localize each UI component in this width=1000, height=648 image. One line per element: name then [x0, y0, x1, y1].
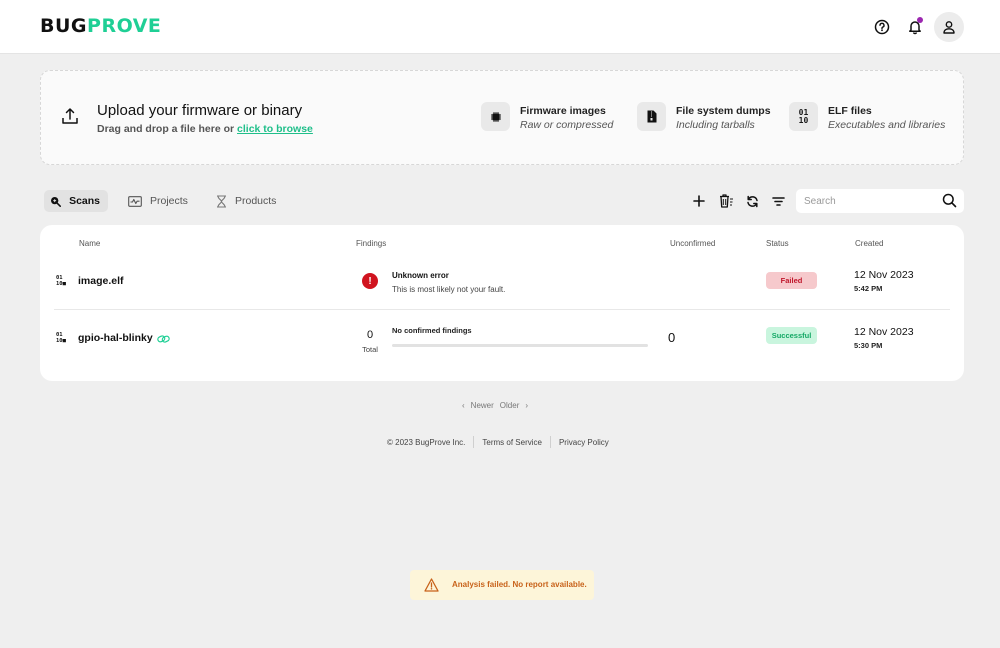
- binary-file-icon: 01 10■: [56, 332, 66, 344]
- footer-divider: [473, 436, 475, 448]
- status-badge: Failed: [766, 272, 817, 289]
- findings-progress-bar: [392, 344, 648, 347]
- user-menu-button[interactable]: [934, 12, 964, 42]
- link-icon[interactable]: [157, 334, 170, 344]
- findings-total-label: Total: [362, 345, 378, 354]
- column-header-unconfirmed: Unconfirmed: [670, 239, 716, 248]
- refresh-button[interactable]: [744, 193, 760, 209]
- search-input[interactable]: [804, 193, 934, 209]
- upload-dropzone[interactable]: Upload your firmware or binary Drag and …: [40, 70, 964, 165]
- toast-message: Analysis failed. No report available.: [452, 580, 587, 589]
- chevron-left-icon[interactable]: ‹: [462, 401, 465, 410]
- pagination: ‹ Newer Older ›: [462, 401, 528, 410]
- table-row[interactable]: 01 10■ gpio-hal-blinky 0 Total No confirm…: [40, 311, 964, 367]
- error-subtitle: This is most likely not your fault.: [392, 285, 506, 294]
- table-row[interactable]: 01 10■ image.elf ! Unknown error This is …: [40, 254, 964, 310]
- copyright: © 2023 BugProve Inc.: [387, 437, 466, 447]
- tab-scans[interactable]: Scans: [44, 190, 108, 212]
- created-date: 12 Nov 2023: [854, 326, 914, 338]
- created-time: 5:42 PM: [854, 284, 883, 293]
- findings-summary: No confirmed findings: [392, 326, 472, 335]
- error-icon: !: [362, 273, 378, 289]
- add-scan-button[interactable]: [691, 193, 707, 209]
- filter-button[interactable]: [770, 193, 786, 209]
- search-icon[interactable]: [942, 193, 957, 208]
- footer-divider: [549, 436, 551, 448]
- chip-icon: [481, 102, 510, 131]
- tab-projects[interactable]: Projects: [122, 190, 196, 212]
- delete-list-icon: [719, 194, 733, 208]
- chevron-right-icon[interactable]: ›: [525, 401, 528, 410]
- binary-file-icon: 01 10■: [56, 275, 66, 287]
- column-header-name[interactable]: Name: [79, 239, 100, 248]
- findings-total: 0: [366, 329, 374, 341]
- help-icon: [874, 19, 890, 35]
- help-button[interactable]: [868, 13, 896, 41]
- created-date: 12 Nov 2023: [854, 269, 914, 281]
- search-box: [796, 189, 964, 213]
- refresh-icon: [746, 195, 758, 207]
- upload-icon: [62, 108, 78, 124]
- footer: © 2023 BugProve Inc. Terms of Service Pr…: [387, 436, 609, 448]
- file-zip-icon: [637, 102, 666, 131]
- created-time: 5:30 PM: [854, 341, 883, 350]
- privacy-link[interactable]: Privacy Policy: [559, 438, 609, 447]
- filter-icon: [771, 196, 785, 206]
- upload-title: Upload your firmware or binary: [97, 102, 303, 119]
- activity-icon: [128, 195, 142, 207]
- binary-icon: 01 10: [789, 102, 818, 131]
- scan-name[interactable]: gpio-hal-blinky: [78, 332, 153, 344]
- upload-subtitle: Drag and drop a file here or click to br…: [97, 123, 313, 135]
- terms-link[interactable]: Terms of Service: [482, 438, 542, 447]
- scan-search-icon: [51, 196, 61, 207]
- error-toast: Analysis failed. No report available.: [410, 570, 594, 600]
- column-header-findings: Findings: [356, 239, 387, 248]
- add-icon: [693, 195, 705, 207]
- error-title: Unknown error: [392, 271, 449, 280]
- bugprove-logo[interactable]: BUGPROVE: [40, 15, 161, 37]
- row-divider: [54, 309, 950, 310]
- user-avatar-icon: [943, 21, 955, 34]
- tab-products[interactable]: Products: [210, 190, 284, 212]
- older-button[interactable]: Older: [500, 401, 520, 410]
- scans-table: Name Findings Unconfirmed Status Created…: [40, 225, 964, 381]
- top-bar: BUGPROVE: [0, 0, 1000, 54]
- column-header-status: Status: [766, 239, 789, 248]
- scan-name[interactable]: image.elf: [78, 275, 124, 287]
- newer-button[interactable]: Newer: [471, 401, 494, 410]
- warning-icon: [424, 578, 439, 592]
- browse-link[interactable]: click to browse: [237, 123, 313, 135]
- hourglass-icon: [217, 194, 226, 208]
- status-badge: Successful: [766, 327, 817, 344]
- column-header-created[interactable]: Created: [855, 239, 883, 248]
- unconfirmed-count: 0: [668, 330, 676, 345]
- notifications-button[interactable]: [901, 13, 929, 41]
- notification-dot: [917, 17, 923, 23]
- delete-button[interactable]: [718, 193, 734, 209]
